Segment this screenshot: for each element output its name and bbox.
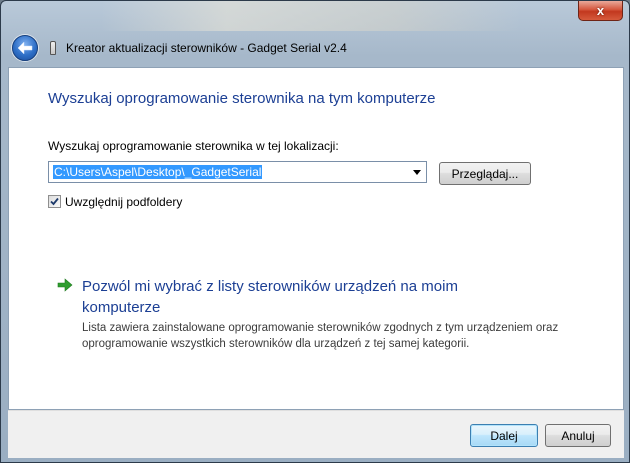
window-title: Kreator aktualizacji sterowników - Gadge…	[66, 41, 347, 55]
pick-driver-description: Lista zawiera zainstalowane oprogramowan…	[82, 322, 559, 350]
green-arrow-icon[interactable]	[57, 278, 73, 292]
wizard-header: Kreator aktualizacji sterowników - Gadge…	[8, 29, 624, 67]
location-combobox[interactable]: C:\Users\Aspel\Desktop\_GadgetSerial	[48, 161, 427, 183]
glass-background	[101, 1, 521, 31]
page-heading: Wyszukaj oprogramowanie sterownika na ty…	[48, 90, 436, 107]
wizard-footer: Dalej Anuluj	[8, 410, 624, 458]
wizard-content: Wyszukaj oprogramowanie sterownika na ty…	[8, 67, 624, 410]
wizard-window: x Kreator aktualizacji sterowników - Gad…	[0, 0, 630, 463]
location-input[interactable]: C:\Users\Aspel\Desktop\_GadgetSerial	[53, 165, 263, 179]
back-arrow-icon	[17, 41, 33, 55]
back-button[interactable]	[12, 35, 38, 61]
checkmark-icon	[50, 197, 59, 206]
close-icon: x	[596, 3, 605, 18]
chevron-down-icon[interactable]	[413, 170, 421, 175]
pick-driver-link[interactable]: Pozwól mi wybrać z listy sterowników urz…	[82, 276, 522, 318]
browse-button[interactable]: Przeglądaj...	[439, 162, 531, 185]
include-subfolders-label[interactable]: Uwzględnij podfoldery	[65, 195, 182, 209]
close-button[interactable]: x	[578, 1, 623, 21]
location-label: Wyszukaj oprogramowanie sterownika w tej…	[48, 139, 339, 153]
cancel-button[interactable]: Anuluj	[545, 424, 611, 447]
next-button[interactable]: Dalej	[470, 424, 538, 447]
usb-device-icon	[50, 41, 56, 55]
include-subfolders-checkbox[interactable]	[48, 195, 61, 208]
